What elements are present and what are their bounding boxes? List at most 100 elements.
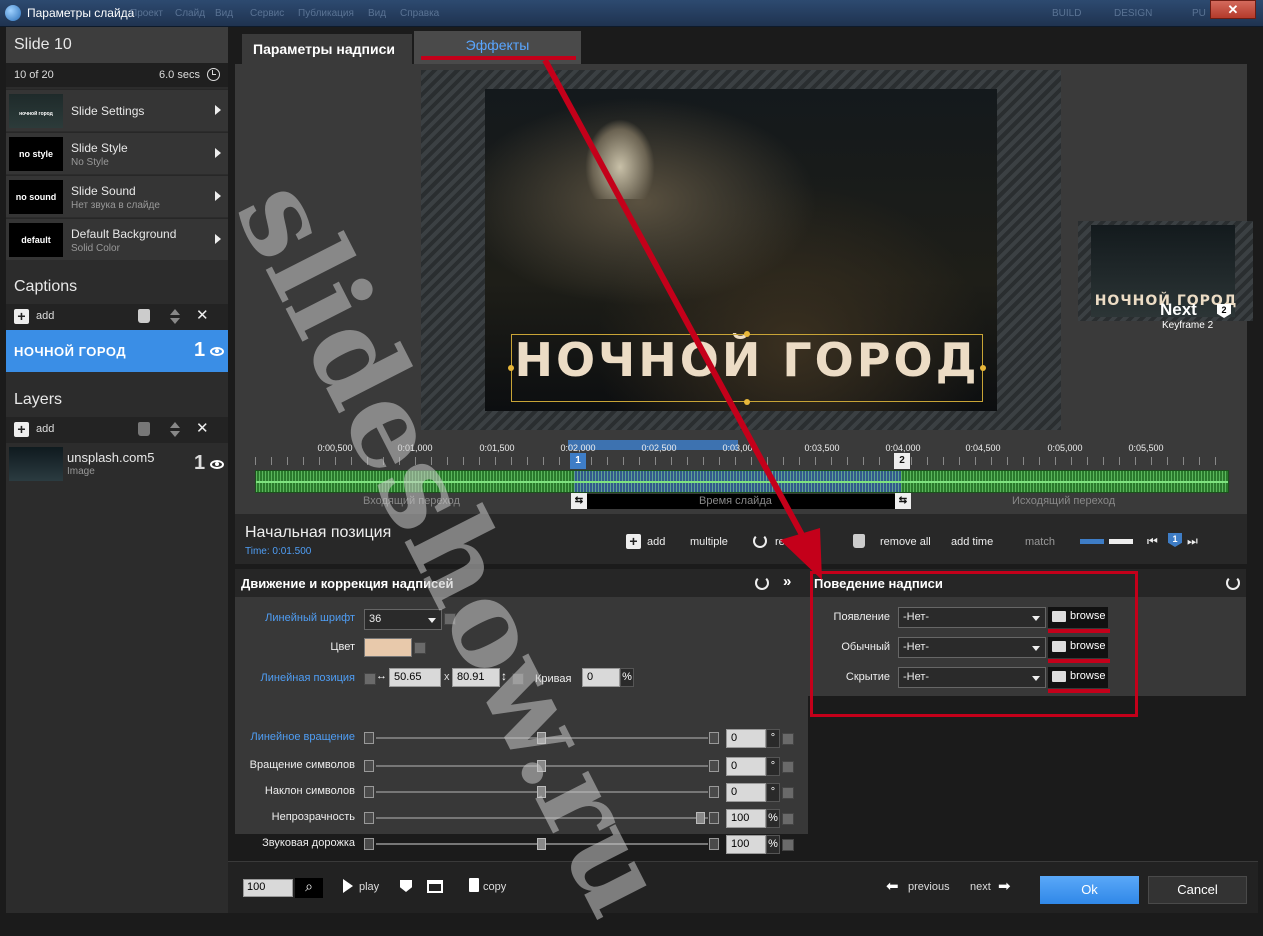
- ghost-menu-item: Вид: [368, 8, 387, 19]
- view-mode-alt-icon[interactable]: [1109, 539, 1133, 544]
- resize-handle[interactable]: [508, 365, 514, 371]
- layer-name: unsplash.com5: [67, 450, 155, 465]
- add-keyframe-button[interactable]: add: [647, 536, 665, 548]
- slider-left-button[interactable]: [364, 760, 374, 772]
- previous-button[interactable]: previous: [908, 881, 950, 893]
- slider-value-field[interactable]: 100: [726, 835, 766, 854]
- keyframe-marker-2[interactable]: 2: [894, 453, 910, 469]
- slider-unit: %: [766, 809, 780, 828]
- color-swatch[interactable]: [364, 638, 412, 657]
- play-button[interactable]: play: [359, 881, 379, 893]
- slide-sound-row[interactable]: no sound Slide Sound Нет звука в слайде: [6, 175, 228, 217]
- slider-right-button[interactable]: [709, 760, 719, 772]
- slider-label: Наклон символов: [264, 785, 355, 797]
- tab-caption-params[interactable]: Параметры надписи: [242, 34, 412, 64]
- clock-icon[interactable]: [207, 68, 220, 81]
- resize-handle[interactable]: [744, 331, 750, 337]
- position-x-field[interactable]: 50.65: [389, 668, 441, 687]
- double-chevron-icon[interactable]: »: [783, 573, 791, 590]
- add-caption-button[interactable]: add: [36, 310, 54, 322]
- play-icon[interactable]: [343, 879, 353, 893]
- slider-right-button[interactable]: [709, 786, 719, 798]
- reset-all-button[interactable]: reset all: [775, 536, 814, 548]
- reset-icon[interactable]: [755, 576, 769, 590]
- slider-checkbox[interactable]: [782, 813, 794, 825]
- slider-value-field[interactable]: 0: [726, 783, 766, 802]
- arrow-left-icon[interactable]: ⬅: [886, 877, 899, 895]
- slide-style-row[interactable]: no style Slide Style No Style: [6, 132, 228, 174]
- last-keyframe-icon[interactable]: ⏭: [1187, 534, 1198, 549]
- default-background-row[interactable]: default Default Background Solid Color: [6, 218, 228, 260]
- slider-value-field[interactable]: 100: [726, 809, 766, 828]
- slider-left-button[interactable]: [364, 812, 374, 824]
- add-icon[interactable]: +: [626, 534, 641, 549]
- caption-selection-box[interactable]: [511, 334, 983, 402]
- bookmark-icon[interactable]: [400, 880, 412, 892]
- slider-value-field[interactable]: 0: [726, 729, 766, 748]
- arrow-right-icon[interactable]: ➡: [998, 877, 1011, 895]
- first-keyframe-icon[interactable]: ⏮: [1147, 534, 1158, 549]
- slider-left-button[interactable]: [364, 786, 374, 798]
- slider-checkbox[interactable]: [782, 761, 794, 773]
- slider-right-button[interactable]: [709, 812, 719, 824]
- slider-left-button[interactable]: [364, 838, 374, 850]
- trash-icon[interactable]: [138, 309, 150, 323]
- slide-settings-row[interactable]: ночной город Slide Settings: [6, 89, 228, 131]
- slider-label: Звуковая дорожка: [262, 837, 355, 849]
- eye-icon[interactable]: [210, 460, 224, 469]
- resize-handle[interactable]: [744, 399, 750, 405]
- transition-out-marker[interactable]: ⇆: [895, 493, 911, 509]
- slide-info-bar: 10 of 20 6.0 secs: [6, 63, 228, 87]
- clipboard-icon[interactable]: [469, 878, 479, 892]
- position-checkbox[interactable]: [364, 673, 376, 685]
- add-layer-button[interactable]: add: [36, 423, 54, 435]
- ok-button[interactable]: Ok: [1040, 876, 1139, 904]
- tick-label: 0:02,000: [560, 443, 596, 453]
- slider-thumb[interactable]: [696, 812, 705, 824]
- add-time-button[interactable]: add time: [951, 536, 993, 548]
- slide-time-label: Время слайда: [699, 495, 772, 507]
- slider-checkbox[interactable]: [782, 839, 794, 851]
- slider-checkbox[interactable]: [782, 787, 794, 799]
- tick-label: 0:03,000: [722, 443, 758, 453]
- tools-icon[interactable]: ✕: [196, 308, 214, 324]
- copy-button[interactable]: copy: [483, 881, 506, 893]
- remove-all-button[interactable]: remove all: [880, 536, 931, 548]
- reorder-icon[interactable]: [170, 309, 180, 325]
- close-button[interactable]: ✕: [1210, 0, 1256, 19]
- slider-right-button[interactable]: [709, 838, 719, 850]
- percent-unit: %: [620, 668, 634, 687]
- slider-checkbox[interactable]: [782, 733, 794, 745]
- tick-label: 0:04,500: [965, 443, 1001, 453]
- resize-handle[interactable]: [980, 365, 986, 371]
- horizontal-arrows-icon: ↔: [376, 670, 387, 682]
- cancel-button[interactable]: Cancel: [1148, 876, 1247, 904]
- slider-left-button[interactable]: [364, 732, 374, 744]
- keyframe-marker-1[interactable]: 1: [570, 453, 586, 469]
- eye-icon[interactable]: [210, 347, 224, 356]
- window-icon[interactable]: [427, 880, 443, 893]
- next-button[interactable]: next: [970, 881, 991, 893]
- add-icon[interactable]: +: [14, 309, 29, 324]
- transition-in-marker[interactable]: ⇆: [571, 493, 587, 509]
- search-icon[interactable]: ⌕: [295, 878, 323, 898]
- left-sidebar: Slide 10 10 of 20 6.0 secs ночной город …: [6, 27, 228, 913]
- view-mode-icon[interactable]: [1080, 539, 1104, 544]
- reset-icon[interactable]: [1226, 576, 1240, 590]
- reset-icon[interactable]: [753, 534, 767, 548]
- annotation-frame: [810, 571, 1138, 717]
- tools-icon[interactable]: ✕: [196, 421, 214, 437]
- slider-right-button[interactable]: [709, 732, 719, 744]
- trash-icon[interactable]: [853, 534, 865, 548]
- match-button[interactable]: match: [1025, 536, 1055, 548]
- layer-list-item[interactable]: unsplash.com5 Image 1: [6, 443, 228, 485]
- caption-list-item[interactable]: НОЧНОЙ ГОРОД 1: [6, 330, 228, 372]
- trash-icon[interactable]: [138, 422, 150, 436]
- multiple-button[interactable]: multiple: [690, 536, 728, 548]
- next-keyframe-label[interactable]: Next: [1160, 300, 1197, 320]
- slider-value-field[interactable]: 0: [726, 757, 766, 776]
- reorder-icon[interactable]: [170, 422, 180, 438]
- ghost-mode-publish: PU: [1192, 8, 1206, 19]
- add-icon[interactable]: +: [14, 422, 29, 437]
- zoom-field[interactable]: 100: [243, 879, 293, 897]
